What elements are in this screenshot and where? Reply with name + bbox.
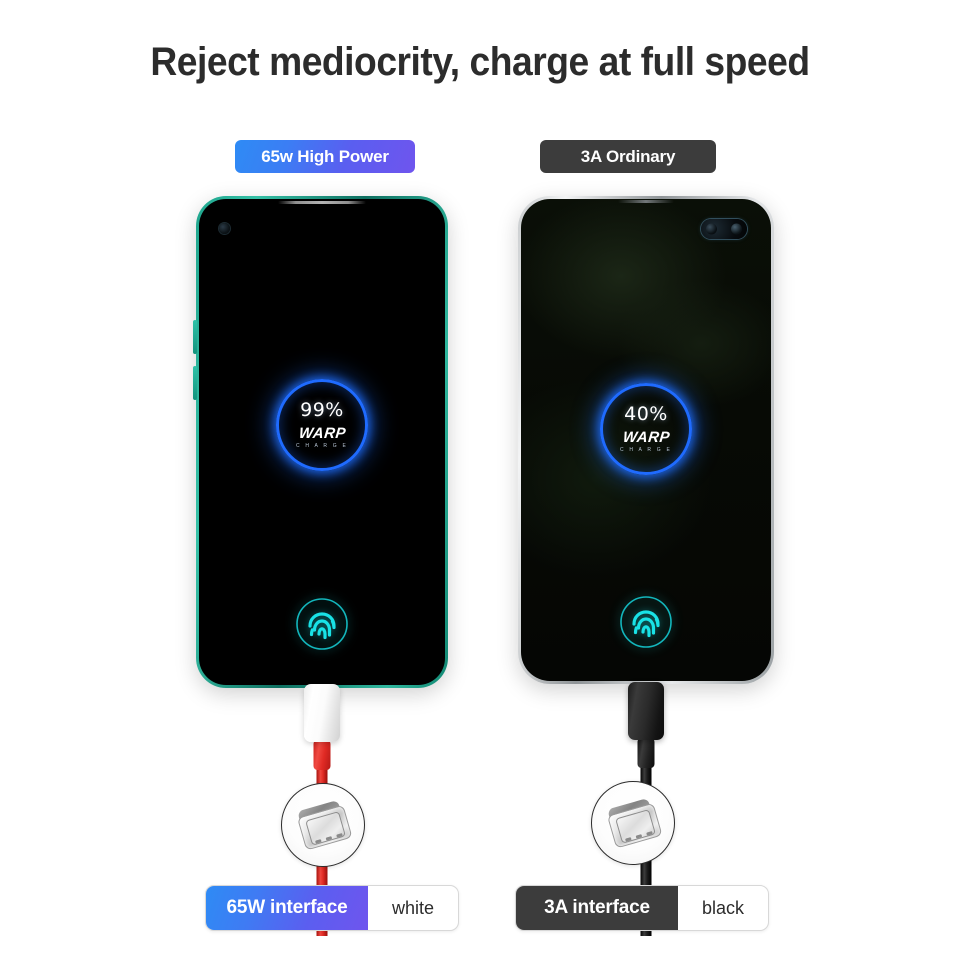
fingerprint-icon[interactable]	[618, 594, 674, 650]
connector-magnifier-left	[281, 783, 365, 867]
phone-left-screen: 99% WARP C H A R G E	[199, 199, 445, 685]
cable-strain-relief-left	[313, 740, 331, 770]
warp-charge-logo-right: WARP	[621, 429, 671, 446]
footer-label-right: 3A interface black	[515, 885, 769, 931]
usb-c-connector-icon	[605, 797, 663, 849]
footer-left-main-label: 65W interface	[206, 886, 368, 930]
dual-punch-hole-camera-icon	[701, 219, 747, 239]
footer-right-alt-label: black	[701, 897, 745, 918]
footer-right-main-label: 3A interface	[516, 886, 678, 930]
usb-c-connector-icon	[295, 799, 353, 851]
phone-right-screen: 40% WARP C H A R G E	[521, 199, 771, 681]
charge-ring-right: 40% WARP C H A R G E	[600, 383, 692, 475]
usb-c-plug-left	[304, 684, 340, 742]
earpiece-speaker-icon	[618, 200, 674, 203]
phone-left-power-button[interactable]	[193, 366, 197, 400]
badge-ordinary: 3A Ordinary	[540, 140, 716, 173]
usb-c-plug-right	[628, 682, 664, 740]
earpiece-speaker-icon	[278, 201, 366, 204]
battery-percent-left: 99%	[300, 399, 344, 421]
charge-ring-left: 99% WARP C H A R G E	[276, 379, 368, 471]
promo-banner: Reject mediocrity, charge at full speed …	[0, 0, 960, 960]
fingerprint-icon[interactable]	[294, 596, 350, 652]
warp-charge-sublabel-right: C H A R G E	[620, 447, 672, 453]
punch-hole-camera-icon	[219, 223, 230, 234]
phone-left: 99% WARP C H A R G E	[193, 196, 448, 688]
battery-percent-right: 40%	[624, 403, 668, 425]
footer-left-alt-label: white	[391, 897, 435, 918]
phone-left-volume-button[interactable]	[193, 320, 197, 354]
badge-high-power: 65w High Power	[235, 140, 415, 173]
warp-charge-logo-left: WARP	[297, 425, 347, 442]
footer-label-left: 65W interface white	[205, 885, 459, 931]
page-title: Reject mediocrity, charge at full speed	[150, 40, 810, 84]
phone-right: 40% WARP C H A R G E	[518, 196, 774, 684]
cable-left	[196, 684, 448, 936]
connector-magnifier-right	[591, 781, 675, 865]
badge-ordinary-label: 3A Ordinary	[580, 146, 676, 166]
cable-strain-relief-right	[637, 738, 655, 768]
warp-charge-sublabel-left: C H A R G E	[296, 443, 348, 449]
badge-high-power-label: 65w High Power	[261, 146, 389, 166]
cable-right	[518, 682, 774, 936]
